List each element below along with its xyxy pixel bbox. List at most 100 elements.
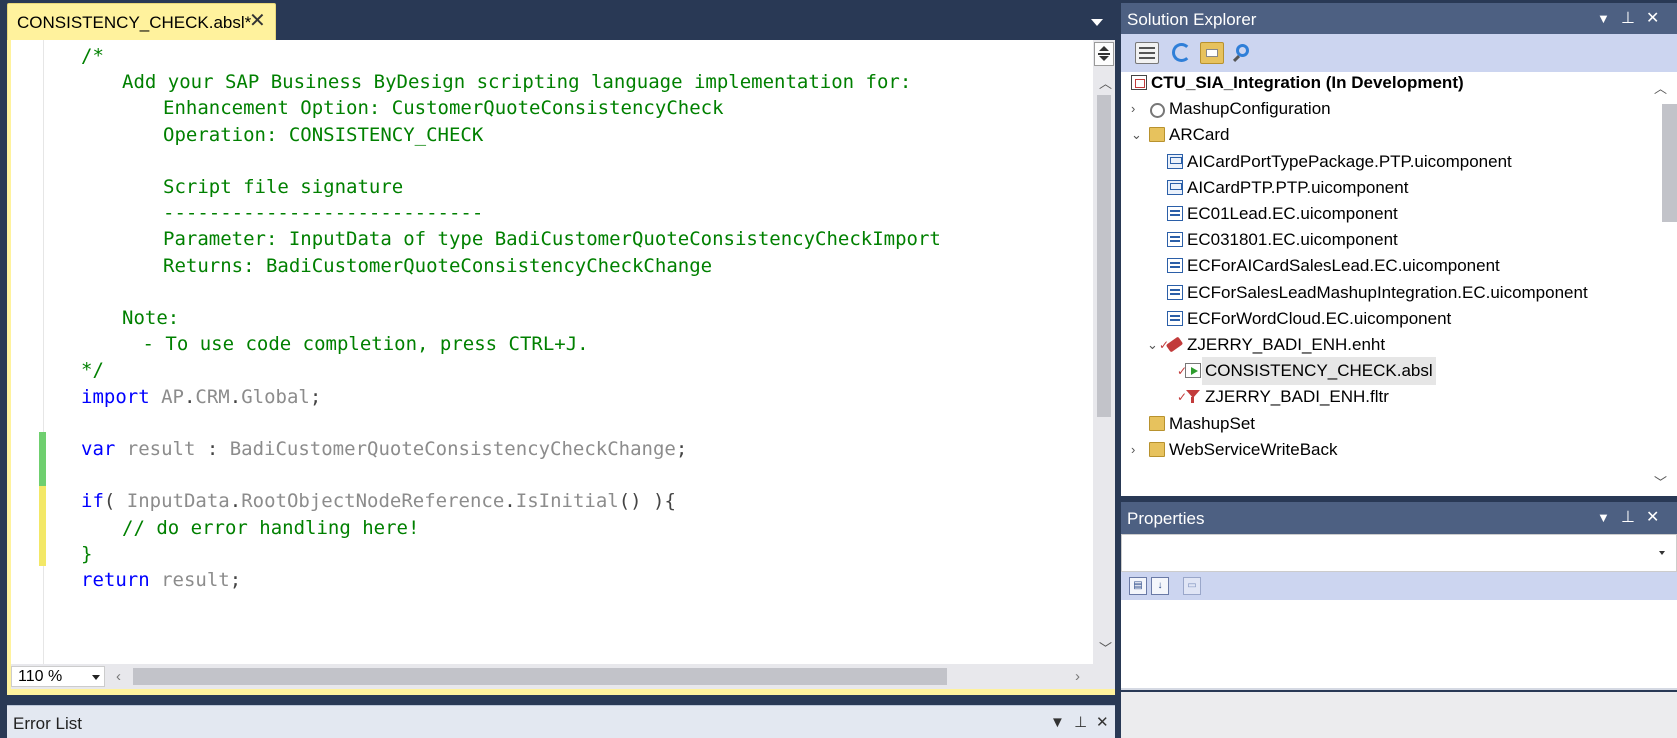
tree-item-label: ZJERRY_BADI_ENH.fltr [1205,387,1389,407]
solution-icon [1131,75,1147,90]
find-icon[interactable] [1230,42,1254,64]
code-token: . [229,385,242,408]
zoom-level-select[interactable]: 110 % [11,666,105,687]
tree-item-label: ECForAICardSalesLead.EC.uicomponent [1187,256,1500,276]
properties-panel: Properties ▼ ⊥ ✕ ▤ ↓ ▭ [1121,502,1677,738]
close-icon[interactable]: ✕ [1096,713,1109,731]
tree-item-label: AICardPTP.PTP.uicomponent [1187,177,1409,197]
tab-list-dropdown-icon[interactable] [1090,14,1104,28]
pin-icon[interactable]: ⊥ [1074,713,1087,731]
dropdown-icon[interactable]: ▼ [1050,714,1065,731]
properties-toolbar: ▤ ↓ ▭ [1121,572,1677,600]
pin-icon[interactable]: ⊥ [1621,507,1635,527]
code-token: ; [229,569,242,591]
editor-bottom-bar: 110 % ‹ › [11,664,1115,689]
close-icon[interactable]: ✕ [1646,8,1659,28]
filter-icon [1185,389,1201,404]
property-pages-icon[interactable]: ▭ [1183,577,1201,595]
alphabetical-sort-icon[interactable]: ↓ [1151,577,1169,595]
document-tab-consistency-check[interactable]: CONSISTENCY_CHECK.absl* ✕ [7,3,276,40]
categorized-view-icon[interactable]: ▤ [1129,577,1147,595]
close-icon[interactable]: ✕ [1646,507,1659,527]
solution-tree[interactable]: CTU_SIA_Integration (In Development) › Mas… [1121,72,1677,496]
dropdown-icon[interactable]: ▼ [1597,11,1610,26]
tree-item-label: ZJERRY_BADI_ENH.enht [1187,335,1386,354]
close-icon[interactable]: ✕ [249,11,266,31]
show-all-files-icon[interactable] [1200,42,1224,64]
ui-component-icon [1167,310,1183,326]
code-line: Add your SAP Business ByDesign scripting… [122,71,912,94]
scroll-up-icon[interactable]: ︿ [1654,78,1667,97]
document-tab-strip: CONSISTENCY_CHECK.absl* ✕ [0,0,1117,40]
change-marker-unsaved [39,486,46,566]
ui-component-icon [1167,284,1183,300]
code-line: return result; [81,566,241,594]
port-type-package-icon [1167,179,1183,195]
folder-icon [1149,127,1165,143]
properties-object-select[interactable] [1121,534,1677,572]
pin-icon[interactable]: ⊥ [1621,8,1635,28]
code-token: ; [309,385,322,408]
horizontal-scroll-thumb[interactable] [133,668,947,685]
chevron-right-icon[interactable]: › [1131,442,1135,457]
ui-component-icon [1167,258,1183,274]
code-token: import [81,385,150,408]
enhancement-icon [1167,337,1183,352]
scroll-down-icon[interactable]: ﹀ [1654,472,1667,491]
folder-icon [1149,441,1165,457]
code-token: ; [675,438,688,460]
code-token: result [149,569,230,591]
tree-item-label: CTU_SIA_Integration (In Development) [1151,73,1464,92]
solution-explorer-panel: Solution Explorer ▼ ⊥ ✕ CTU_SIA_Integrat… [1121,0,1677,498]
code-token: Global [241,385,310,408]
code-line: Returns: BadiCustomerQuoteConsistencyChe… [163,254,713,277]
code-token: return [81,569,150,591]
code-line: */ [81,359,104,382]
code-token: : [206,438,230,460]
editor-frame: /* Add your SAP Business ByDesign scripti… [7,40,1115,695]
properties-header: Properties ▼ ⊥ ✕ [1121,502,1677,534]
code-line: // do error handling here! [122,516,420,539]
dropdown-icon[interactable]: ▼ [1597,510,1610,525]
solution-explorer-title: Solution Explorer [1127,10,1257,29]
code-line: Enhancement Option: CustomerQuoteConsist… [163,97,724,120]
scroll-down-icon[interactable]: ﹀ [1099,638,1112,657]
code-line: var result : BadiCustomerQuoteConsistenc… [81,435,687,463]
scroll-left-icon[interactable]: ‹ [116,668,121,685]
code-token: () ){ [618,490,676,513]
code-line: - To use code completion, press CTRL+J. [142,333,589,356]
code-line: } [81,542,93,565]
code-token: . [504,490,516,513]
code-token: AP [149,385,184,408]
split-window-button[interactable] [1094,42,1114,66]
chevron-right-icon[interactable]: › [1131,102,1135,116]
code-line: if( InputData.RootObjectNodeReference.Is… [81,487,676,515]
chevron-down-icon[interactable]: ⌄ [1147,338,1158,352]
chevron-down-icon[interactable]: ⌄ [1131,128,1142,142]
chevron-down-icon [92,675,100,680]
code-editor[interactable]: /* Add your SAP Business ByDesign scripti… [11,40,1093,664]
chevron-down-icon [1659,551,1665,555]
document-tab-title: CONSISTENCY_CHECK.absl* [17,13,252,32]
tree-item-label: ECForSalesLeadMashupIntegration.EC.uicom… [1187,282,1588,302]
tree-item-label: ECForWordCloud.EC.uicomponent [1187,308,1452,328]
ui-component-icon [1167,206,1183,221]
solution-scroll-thumb[interactable] [1662,104,1677,222]
code-token: . [229,490,242,513]
editor-vertical-scrollbar[interactable]: ︿ ﹀ [1093,40,1115,664]
tree-item-label: MashupConfiguration [1169,99,1331,119]
refresh-icon[interactable] [1170,42,1194,64]
properties-grid[interactable] [1121,600,1677,690]
solution-explorer-scrollbar[interactable]: ︿ ﹀ [1640,72,1677,496]
code-line: /* [81,45,104,67]
code-token: InputData [126,490,230,513]
tree-item-label: WebServiceWriteBack [1169,439,1338,459]
editor-pane: CONSISTENCY_CHECK.absl* ✕ /* Add your SAP… [0,0,1117,700]
code-token: if [81,490,104,513]
code-line: Parameter: InputData of type BadiCustome… [163,228,941,251]
scroll-right-icon[interactable]: › [1075,668,1080,685]
vertical-scroll-thumb[interactable] [1097,95,1111,417]
change-marker-saved [39,432,46,486]
properties-icon[interactable] [1135,42,1159,64]
scroll-up-icon[interactable]: ︿ [1099,73,1112,92]
